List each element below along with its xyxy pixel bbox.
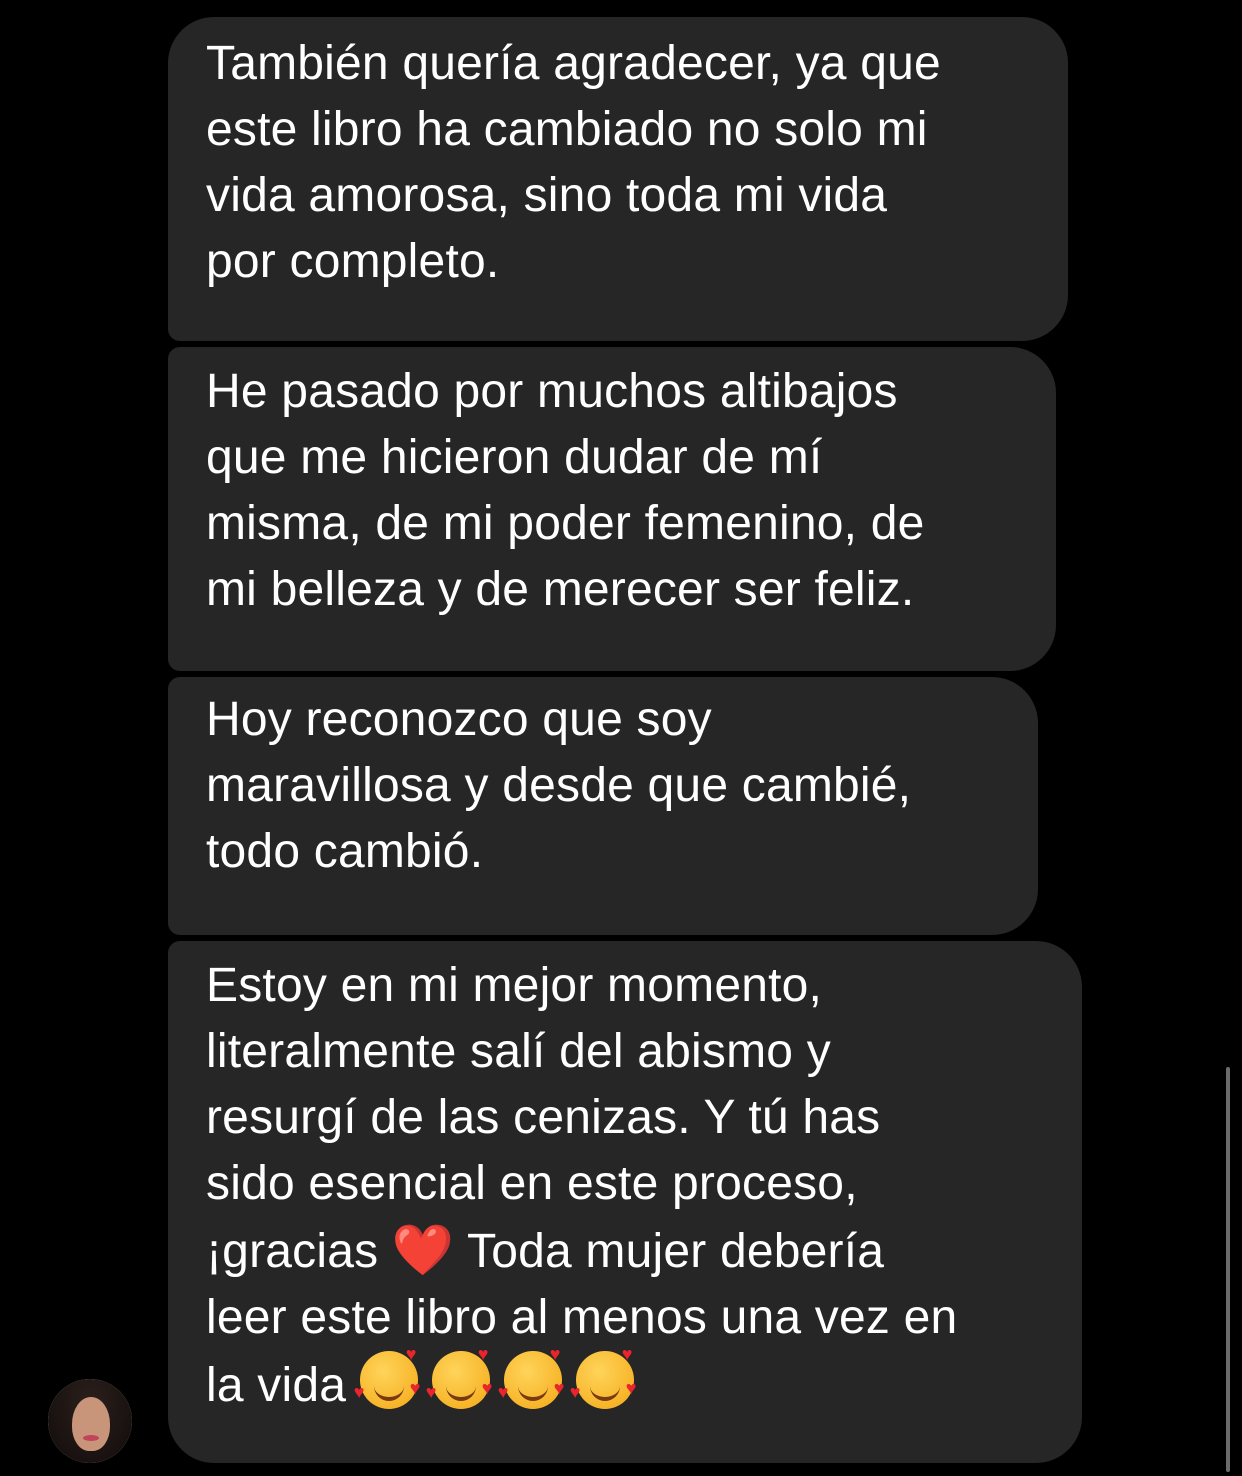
avatar-face [72, 1397, 110, 1451]
smiling-face-with-hearts-icon: ♥ ♥ ♥ [570, 1345, 636, 1409]
red-heart-icon: ❤️ [391, 1221, 455, 1279]
message-bubble[interactable]: Estoy en mi mejor momento, literalmente … [168, 941, 1082, 1463]
smiling-face-with-hearts-icon: ♥ ♥ ♥ [354, 1345, 420, 1409]
message-bubble[interactable]: Hoy reconozco que soy maravillosa y desd… [168, 677, 1038, 935]
smiling-face-with-hearts-icon: ♥ ♥ ♥ [426, 1345, 492, 1409]
message-bubble[interactable]: He pasado por muchos altibajos que me hi… [168, 347, 1056, 671]
scrollbar[interactable] [1226, 1067, 1230, 1472]
smiling-face-with-hearts-icon: ♥ ♥ ♥ [498, 1345, 564, 1409]
avatar-lips [83, 1435, 99, 1441]
message-thread: También quería agradecer, ya que este li… [0, 0, 1242, 1476]
message-bubble[interactable]: También quería agradecer, ya que este li… [168, 17, 1068, 341]
sender-avatar[interactable] [48, 1379, 132, 1463]
